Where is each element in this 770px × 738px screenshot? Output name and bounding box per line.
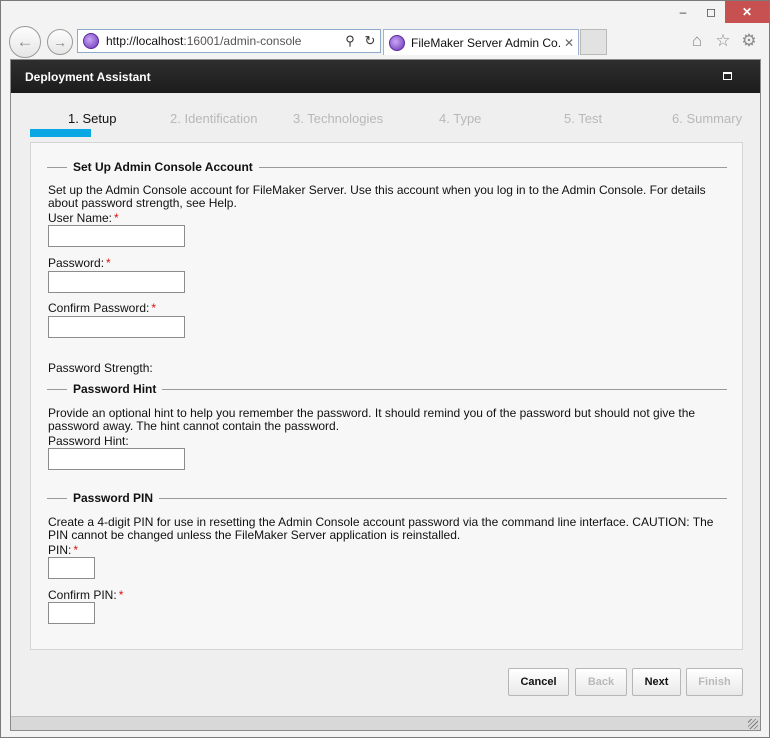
account-description: Set up the Admin Console account for Fil… <box>48 183 706 210</box>
window-close-icon[interactable]: ✕ <box>725 1 769 23</box>
username-label: User Name: * <box>48 211 119 225</box>
hint-description: Provide an optional hint to help you rem… <box>48 406 696 433</box>
confirm-password-label: Confirm Password: * <box>48 301 156 315</box>
pin-heading: Password PIN <box>73 491 154 505</box>
required-marker: * <box>151 301 157 315</box>
search-icon[interactable]: ⚲ <box>340 33 360 49</box>
password-hint-field[interactable] <box>48 448 185 470</box>
password-label: Password: * <box>48 256 111 270</box>
refresh-icon[interactable]: ↻ <box>360 33 380 49</box>
active-step-indicator <box>30 129 91 137</box>
finish-button[interactable]: Finish <box>686 668 743 696</box>
account-heading: Set Up Admin Console Account <box>73 160 253 174</box>
step-test: 5. Test <box>564 111 603 126</box>
resize-grip-icon[interactable] <box>748 719 758 729</box>
star-icon[interactable]: ☆ <box>713 31 733 51</box>
next-button[interactable]: Next <box>632 668 681 696</box>
back-arrow-icon[interactable]: ← <box>9 26 41 58</box>
browser-tab[interactable]: FileMaker Server Admin Co... ✕ <box>383 29 579 55</box>
browser-window: – ◻ ✕ ← → http://localhost:16001/admin-c… <box>0 0 770 738</box>
required-marker: * <box>118 588 124 602</box>
window-minimize-icon[interactable]: – <box>669 1 697 23</box>
pin-description: Create a 4-digit PIN for use in resettin… <box>48 515 714 542</box>
url-host: http://localhost <box>106 34 184 48</box>
step-technologies: 3. Technologies <box>293 111 384 126</box>
pin-field[interactable] <box>48 557 95 579</box>
divider <box>159 497 727 499</box>
tab-title: FileMaker Server Admin Co... <box>411 35 560 50</box>
window-maximize-icon[interactable]: ◻ <box>697 1 725 23</box>
hint-heading: Password Hint <box>73 382 157 396</box>
pin-label-text: PIN: <box>48 543 72 557</box>
hint-section-heading: Password Hint <box>47 382 727 396</box>
account-section-heading: Set Up Admin Console Account <box>47 160 727 174</box>
browser-toolbar: ← → http://localhost:16001/admin-console… <box>1 23 769 58</box>
step-summary: 6. Summary <box>672 111 743 126</box>
wizard-steps: 1. Setup 2. Identification 3. Technologi… <box>29 108 749 138</box>
deployment-assistant-dialog: Deployment Assistant 1. Setup 2. Identif… <box>10 59 761 731</box>
divider <box>47 388 67 390</box>
password-strength-label: Password Strength: <box>48 361 153 375</box>
dialog-title: Deployment Assistant <box>25 69 151 84</box>
confirm-pin-field[interactable] <box>48 602 95 624</box>
browser-right-icons: ⌂ ☆ ⚙ <box>687 31 759 51</box>
divider <box>47 166 67 168</box>
new-tab-button[interactable] <box>580 29 607 55</box>
required-marker: * <box>106 256 111 270</box>
confirm-password-field[interactable] <box>48 316 185 338</box>
filemaker-site-icon <box>83 33 99 49</box>
required-marker: * <box>73 543 79 557</box>
forward-arrow-icon[interactable]: → <box>47 29 73 55</box>
password-hint-label: Password Hint: <box>48 434 129 448</box>
password-label-text: Password: <box>48 256 105 270</box>
password-field[interactable] <box>48 271 185 293</box>
gear-icon[interactable]: ⚙ <box>739 31 759 51</box>
url-path: :16001/admin-console <box>183 34 302 48</box>
step-setup: 1. Setup <box>68 111 117 126</box>
divider <box>258 166 727 168</box>
divider <box>47 497 67 499</box>
maximize-icon[interactable] <box>723 72 732 80</box>
tab-close-icon[interactable]: ✕ <box>560 36 578 50</box>
setup-panel: Set Up Admin Console Account Set up the … <box>30 142 743 650</box>
status-bar <box>11 716 760 730</box>
tab-favicon-icon <box>389 34 405 51</box>
home-icon[interactable]: ⌂ <box>687 31 707 51</box>
address-bar[interactable]: http://localhost:16001/admin-console ⚲ ↻ <box>77 29 381 53</box>
back-button[interactable]: Back <box>575 668 627 696</box>
url-text[interactable]: http://localhost:16001/admin-console <box>106 34 340 48</box>
dialog-header: Deployment Assistant <box>11 60 760 93</box>
required-marker: * <box>114 211 119 225</box>
username-field[interactable] <box>48 225 185 247</box>
username-label-text: User Name: <box>48 211 113 225</box>
confirm-pin-label-text: Confirm PIN: <box>48 588 117 602</box>
pin-section-heading: Password PIN <box>47 491 727 505</box>
step-type: 4. Type <box>439 111 482 126</box>
confirm-password-label-text: Confirm Password: <box>48 301 150 315</box>
cancel-button[interactable]: Cancel <box>508 668 569 696</box>
step-identification: 2. Identification <box>170 111 258 126</box>
confirm-pin-label: Confirm PIN: * <box>48 588 123 602</box>
pin-label: PIN: * <box>48 543 78 557</box>
divider <box>162 388 727 390</box>
